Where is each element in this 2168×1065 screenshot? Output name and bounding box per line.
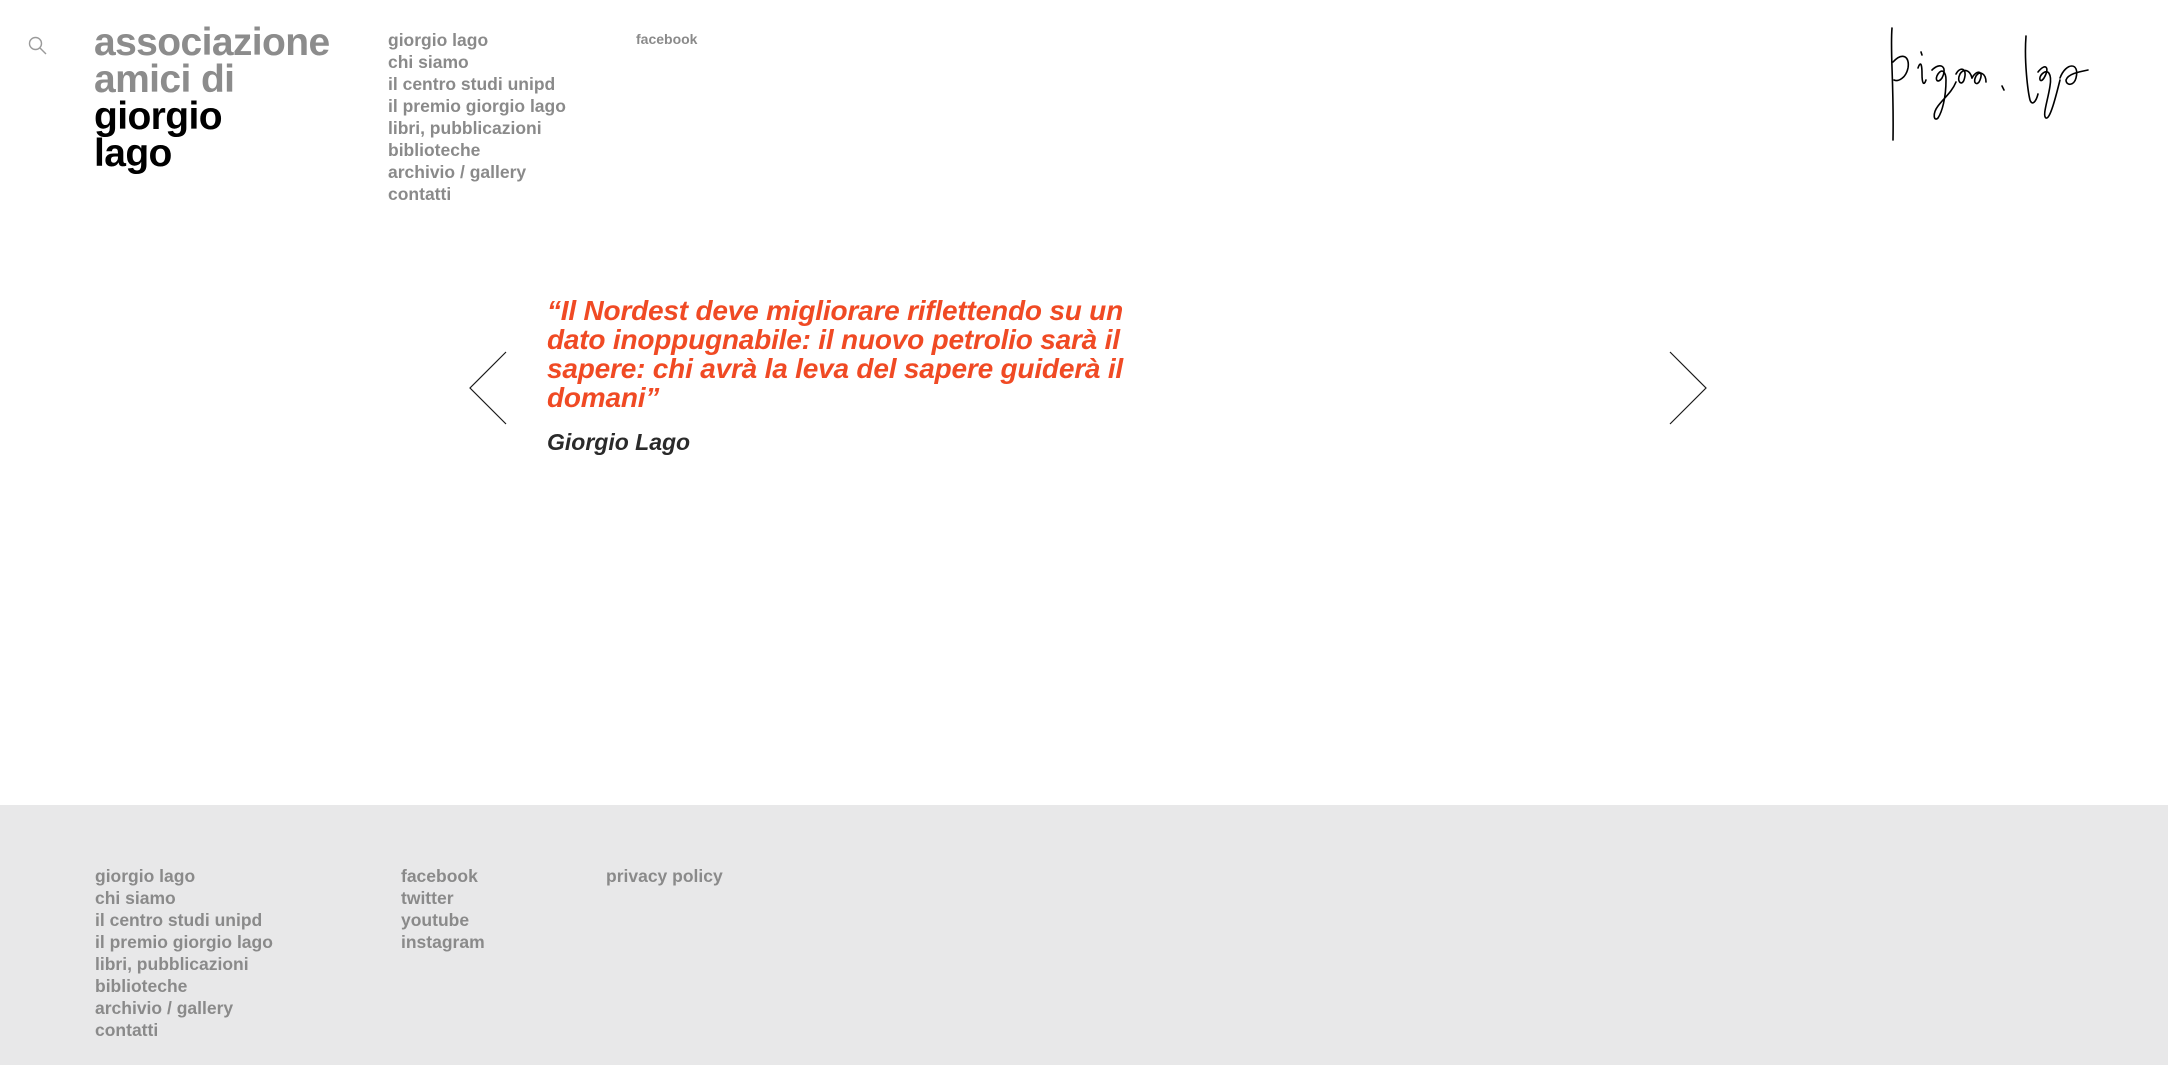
footer-twitter-link[interactable]: twitter [401, 887, 485, 909]
site-footer: giorgio lago chi siamo il centro studi u… [0, 805, 2168, 1065]
privacy-policy-link[interactable]: privacy policy [606, 865, 723, 887]
signature-image [1890, 27, 2089, 141]
nav-item-libri[interactable]: libri, pubblicazioni [388, 117, 566, 139]
footer-nav-libri[interactable]: libri, pubblicazioni [95, 953, 273, 975]
nav-item-contatti[interactable]: contatti [388, 183, 566, 205]
footer-instagram-link[interactable]: instagram [401, 931, 485, 953]
footer-facebook-link[interactable]: facebook [401, 865, 485, 887]
logo-line-3: giorgio [94, 95, 223, 138]
quote-text: “Il Nordest deve migliorare riflettendo … [547, 295, 1123, 413]
footer-youtube-link[interactable]: youtube [401, 909, 485, 931]
footer-nav-giorgio-lago[interactable]: giorgio lago [95, 865, 273, 887]
nav-item-centro-studi[interactable]: il centro studi unipd [388, 73, 566, 95]
slider-next-button[interactable] [1668, 350, 1708, 426]
nav-item-giorgio-lago[interactable]: giorgio lago [388, 29, 566, 51]
logo-line-4: lago [94, 132, 172, 175]
header-facebook-link[interactable]: facebook [636, 31, 697, 47]
search-icon [28, 36, 47, 55]
footer-nav-archivio[interactable]: archivio / gallery [95, 997, 273, 1019]
logo-line-2: amici di [94, 58, 235, 101]
footer-nav-premio[interactable]: il premio giorgio lago [95, 931, 273, 953]
footer-nav-biblioteche[interactable]: biblioteche [95, 975, 273, 997]
chevron-left-icon [469, 351, 507, 425]
search-button[interactable] [26, 34, 50, 58]
nav-item-premio[interactable]: il premio giorgio lago [388, 95, 566, 117]
slider-prev-button[interactable] [468, 350, 508, 426]
nav-item-biblioteche[interactable]: biblioteche [388, 139, 566, 161]
footer-nav: giorgio lago chi siamo il centro studi u… [95, 865, 273, 1041]
nav-item-chi-siamo[interactable]: chi siamo [388, 51, 566, 73]
footer-nav-chi-siamo[interactable]: chi siamo [95, 887, 273, 909]
quote-author: Giorgio Lago [547, 429, 691, 455]
footer-nav-centro-studi[interactable]: il centro studi unipd [95, 909, 273, 931]
footer-nav-contatti[interactable]: contatti [95, 1019, 273, 1041]
page: associazione amici di giorgio lago giorg… [0, 0, 2168, 1065]
main-nav: giorgio lago chi siamo il centro studi u… [388, 29, 566, 205]
nav-item-archivio[interactable]: archivio / gallery [388, 161, 566, 183]
chevron-right-icon [1669, 351, 1707, 425]
site-logo[interactable]: associazione amici di giorgio lago [94, 21, 330, 175]
footer-social: facebook twitter youtube instagram [401, 865, 485, 953]
footer-legal: privacy policy [606, 865, 723, 887]
logo-line-1: associazione [94, 21, 330, 64]
